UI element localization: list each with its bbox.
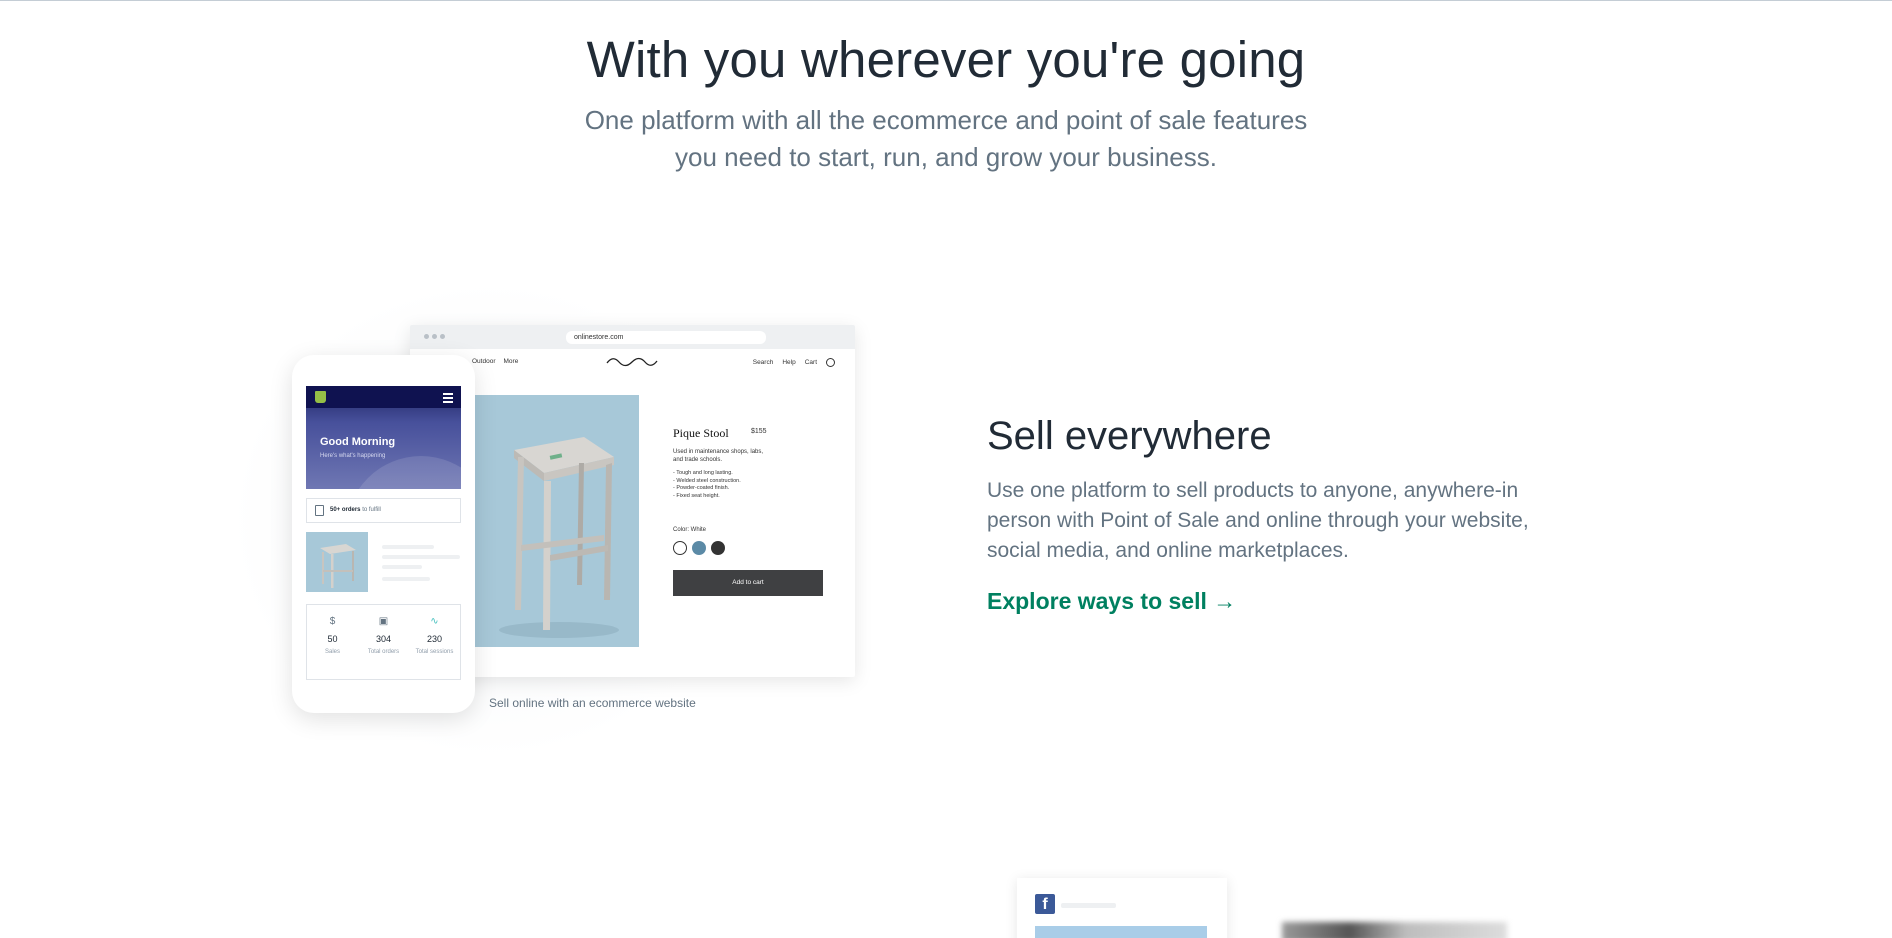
blurred-image xyxy=(1282,922,1507,938)
feature-item: - Tough and long lasting. xyxy=(673,470,733,476)
feature-body: Use one platform to sell products to any… xyxy=(987,479,1529,562)
greeting-title: Good Morning xyxy=(320,436,396,448)
mockup-illustration: onlinestore.com Outdoor More Search Help… xyxy=(200,260,900,760)
stat-orders: ▣ 304 Total orders xyxy=(358,605,409,679)
feature-title: Sell everywhere xyxy=(987,414,1272,458)
address-bar: onlinestore.com xyxy=(566,331,766,344)
stat-sessions: ∿ 230 Total sessions xyxy=(409,605,460,679)
product-description: Used in maintenance shops, labs, and tra… xyxy=(673,449,764,463)
account-icon xyxy=(826,358,835,367)
hero-subtitle: One platform with all the ecommerce and … xyxy=(584,105,1308,172)
facebook-icon: f xyxy=(1035,894,1055,914)
add-to-cart-button: Add to cart xyxy=(673,570,823,596)
orders-banner: 50+ orders to fulfill xyxy=(306,498,461,523)
orders-icon xyxy=(315,505,324,516)
feature-item: - Powder-coated finish. xyxy=(673,485,730,491)
stool-illustration xyxy=(499,437,619,638)
box-icon: ▣ xyxy=(378,616,389,627)
facebook-post-image xyxy=(1035,926,1207,938)
hero-title: With you wherever you're going xyxy=(586,31,1306,88)
product-features: - Tough and long lasting. - Welded steel… xyxy=(673,470,833,500)
explore-ways-link[interactable]: Explore ways to sell → xyxy=(987,588,1236,615)
swatch-white xyxy=(673,541,687,555)
browser-mockup: onlinestore.com Outdoor More Search Help… xyxy=(410,325,855,677)
browser-toolbar: onlinestore.com xyxy=(410,325,855,349)
product-image xyxy=(474,395,639,647)
color-label: Color: White xyxy=(673,527,707,533)
product-price: $155 xyxy=(751,428,767,435)
store-logo-icon xyxy=(606,357,658,367)
product-details: Pique Stool $155 Used in maintenance sho… xyxy=(673,424,833,596)
nav-item-outdoor: Outdoor xyxy=(472,358,496,365)
product-title: Pique Stool xyxy=(673,426,729,440)
product-thumbnail xyxy=(306,532,368,592)
nav-item-help: Help xyxy=(782,359,796,366)
mockup-caption: Sell online with an ecommerce website xyxy=(489,696,696,710)
facebook-card: f xyxy=(1017,878,1227,938)
window-dots xyxy=(424,334,445,339)
swatch-blue xyxy=(692,541,706,555)
phone-dashboard-header: Good Morning Here's what's happening xyxy=(306,386,461,489)
color-swatches xyxy=(673,541,833,555)
nav-item-more: More xyxy=(503,358,519,365)
swatch-black xyxy=(711,541,725,555)
nav-item-search: Search xyxy=(752,359,774,366)
greeting-subtitle: Here's what's happening xyxy=(320,453,386,459)
top-divider xyxy=(0,0,1892,1)
feature-item: - Fixed seat height. xyxy=(673,492,720,499)
pulse-icon: ∿ xyxy=(430,616,439,627)
shopify-bag-icon xyxy=(315,391,326,403)
sell-everywhere-section: Sell everywhere Use one platform to sell… xyxy=(987,412,1607,615)
hero-section: With you wherever you're going One platf… xyxy=(0,28,1892,176)
dollar-icon: $ xyxy=(329,616,336,627)
stat-sales: $ 50 Sales xyxy=(307,605,358,679)
feature-item: - Welded steel construction. xyxy=(673,477,741,484)
nav-item-cart: Cart xyxy=(804,359,817,366)
menu-icon xyxy=(443,393,453,405)
store-nav: Outdoor More Search Help Cart xyxy=(410,357,855,370)
phone-mockup: Good Morning Here's what's happening 50+… xyxy=(292,355,475,713)
stats-panel: $ 50 Sales ▣ 304 Total orders ∿ 230 Tota… xyxy=(306,604,461,680)
